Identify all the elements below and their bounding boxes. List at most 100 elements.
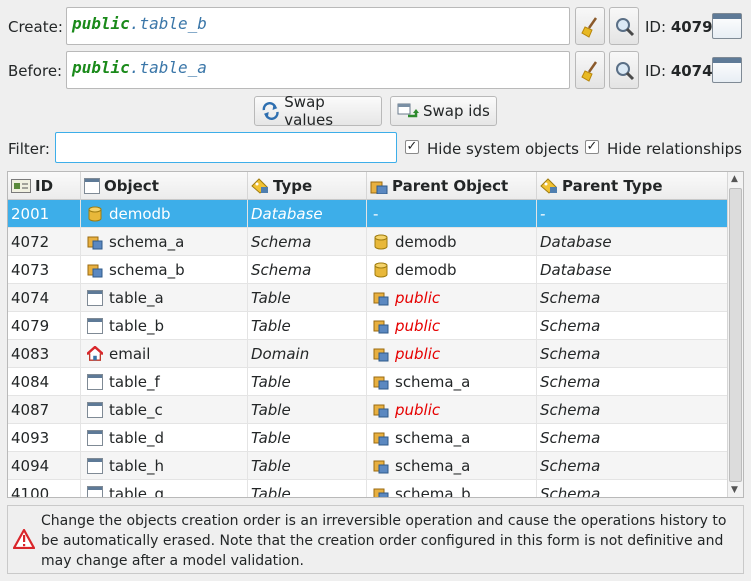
cell-object: table_a — [81, 284, 248, 312]
cell-id: 4083 — [8, 340, 81, 368]
cell-object: demodb — [81, 200, 248, 228]
table-row[interactable]: 4079 table_b Table public Schema — [8, 312, 728, 340]
cell-type: Domain — [248, 340, 367, 368]
database-icon — [88, 206, 102, 222]
cell-type: Table — [248, 396, 367, 424]
table-icon — [87, 374, 103, 390]
cell-object: table_h — [81, 452, 248, 480]
cell-type: Database — [248, 200, 367, 228]
table-row[interactable]: 2001 demodb Database - - — [8, 200, 728, 228]
create-search-button[interactable] — [609, 7, 639, 45]
swap-ids-button[interactable]: Swap ids — [390, 96, 497, 126]
cell-type: Schema — [248, 228, 367, 256]
table-icon — [84, 177, 100, 194]
cell-id: 4100 — [8, 480, 81, 497]
table-row[interactable]: 4093 table_d Table schema_a Schema — [8, 424, 728, 452]
table-row[interactable]: 4073 schema_b Schema demodb Database — [8, 256, 728, 284]
cell-type: Table — [248, 424, 367, 452]
type-icon — [540, 177, 557, 194]
header-parent-object[interactable]: Parent Object — [367, 172, 537, 200]
cell-parent-type: Schema — [540, 429, 601, 447]
hide-system-checkbox[interactable]: ✓ — [405, 140, 419, 154]
table-icon — [87, 402, 103, 418]
table-row[interactable]: 4074 table_a Table public Schema — [8, 284, 728, 312]
scrollbar-thumb[interactable] — [729, 188, 742, 482]
cell-parent-type: Schema — [540, 317, 601, 335]
swap-icon — [262, 102, 279, 120]
cell-type: Table — [248, 452, 367, 480]
scroll-down-arrow-icon[interactable]: ▼ — [731, 485, 738, 495]
cell-parent-object: schema_b — [367, 480, 537, 497]
cell-id: 2001 — [8, 200, 81, 228]
create-label: Create: — [8, 18, 63, 36]
filter-label: Filter: — [8, 140, 50, 158]
table-icon — [87, 290, 103, 306]
before-schema: public — [72, 58, 130, 77]
broom-icon — [581, 17, 598, 38]
before-object-field[interactable]: public.table_a — [66, 51, 570, 89]
cell-parent-type: Schema — [540, 485, 601, 498]
table-icon — [87, 458, 103, 474]
cell-object: schema_a — [81, 228, 248, 256]
table-row[interactable]: 4100 table_g Table schema_b Schema — [8, 480, 728, 498]
cell-parent-object: schema_a — [367, 452, 537, 480]
table-icon — [712, 13, 742, 39]
cell-parent-object: demodb — [367, 228, 537, 256]
table-row[interactable]: 4072 schema_a Schema demodb Database — [8, 228, 728, 256]
cell-parent-type: Database — [540, 233, 612, 251]
before-clear-button[interactable] — [575, 51, 605, 89]
schema-icon — [370, 181, 388, 194]
search-icon — [616, 18, 635, 37]
table-icon — [712, 57, 742, 83]
before-search-button[interactable] — [609, 51, 639, 89]
cell-parent-object: - — [367, 200, 537, 228]
header-id[interactable]: ID — [8, 172, 81, 200]
cell-parent-type: Schema — [540, 401, 601, 419]
broom-icon — [581, 61, 598, 82]
table-scrollbar[interactable]: ▲ ▼ — [727, 172, 743, 497]
table-row[interactable]: 4083 email Domain public Schema — [8, 340, 728, 368]
table-icon — [87, 486, 103, 497]
create-clear-button[interactable] — [575, 7, 605, 45]
create-id-value: 4079 — [670, 18, 713, 36]
info-note: Change the objects creation order is an … — [7, 505, 744, 574]
cell-parent-type: Schema — [540, 345, 601, 363]
header-parent-type[interactable]: Parent Type — [537, 172, 728, 200]
objects-table[interactable]: ID Object Type Parent Object Parent Type… — [7, 171, 744, 498]
schema-icon — [373, 348, 389, 362]
before-label: Before: — [8, 62, 63, 80]
swap-values-label: Swap values — [284, 93, 334, 129]
cell-id: 4079 — [8, 312, 81, 340]
header-object[interactable]: Object — [81, 172, 248, 200]
cell-object: table_d — [81, 424, 248, 452]
cell-type: Table — [248, 284, 367, 312]
id-icon — [11, 178, 31, 193]
schema-icon — [373, 460, 389, 474]
before-object-name: table_a — [139, 58, 207, 77]
cell-id: 4087 — [8, 396, 81, 424]
cell-object: table_g — [81, 480, 248, 497]
cell-id: 4084 — [8, 368, 81, 396]
cell-object: table_b — [81, 312, 248, 340]
cell-parent-object: public — [367, 312, 537, 340]
cell-parent-type: Database — [540, 261, 612, 279]
hide-relationships-checkbox[interactable]: ✓ — [585, 140, 599, 154]
cell-type: Table — [248, 312, 367, 340]
table-row[interactable]: 4084 table_f Table schema_a Schema — [8, 368, 728, 396]
create-object-field[interactable]: public.table_b — [66, 7, 570, 45]
schema-icon — [373, 488, 389, 497]
warning-icon — [13, 529, 35, 549]
cell-parent-object: public — [367, 396, 537, 424]
scroll-up-arrow-icon[interactable]: ▲ — [731, 174, 738, 184]
cell-id: 4073 — [8, 256, 81, 284]
header-type[interactable]: Type — [248, 172, 367, 200]
swap-ids-icon — [397, 103, 419, 118]
filter-input[interactable] — [55, 132, 397, 163]
table-icon — [87, 318, 103, 334]
cell-type: Table — [248, 480, 367, 497]
table-row[interactable]: 4094 table_h Table schema_a Schema — [8, 452, 728, 480]
swap-values-button[interactable]: Swap values — [254, 93, 382, 129]
schema-icon — [373, 404, 389, 418]
database-icon — [374, 262, 388, 278]
table-row[interactable]: 4087 table_c Table public Schema — [8, 396, 728, 424]
